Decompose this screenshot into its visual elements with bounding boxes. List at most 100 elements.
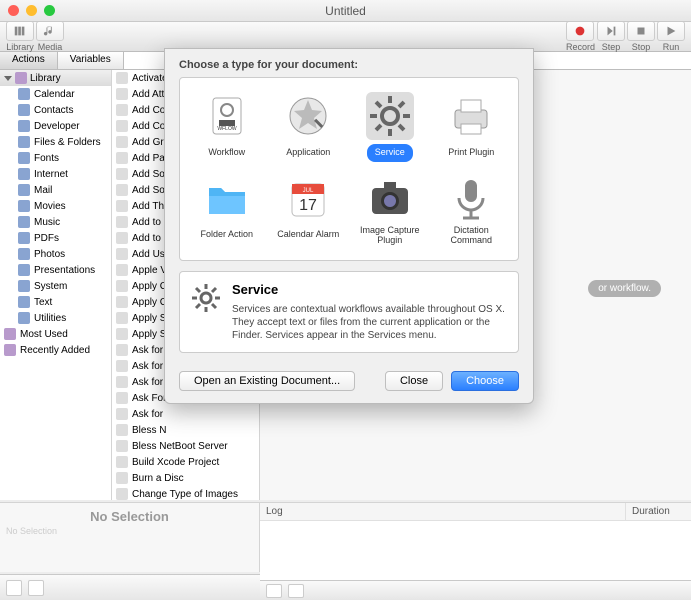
- type-printplugin[interactable]: Print Plugin: [431, 88, 513, 166]
- action-icon: [116, 440, 128, 452]
- action-item[interactable]: Ask for: [112, 406, 259, 422]
- run-button[interactable]: [657, 21, 685, 41]
- folder-icon: [18, 152, 30, 164]
- log-view-2[interactable]: [288, 584, 304, 598]
- log-view-1[interactable]: [266, 584, 282, 598]
- library-label: Library: [6, 42, 34, 52]
- type-imagecapture[interactable]: Image Capture Plugin: [349, 170, 431, 250]
- action-icon: [116, 408, 128, 420]
- action-item[interactable]: Build Xcode Project: [112, 454, 259, 470]
- folder-icon: [18, 312, 30, 324]
- action-label: Apply C: [132, 281, 167, 292]
- folder-icon: [18, 88, 30, 100]
- sidebar-item[interactable]: Fonts: [0, 150, 111, 166]
- sidebar-item-label: Utilities: [34, 313, 66, 324]
- folder-icon: [18, 248, 30, 260]
- folder-icon: [18, 264, 30, 276]
- type-service[interactable]: Service: [349, 88, 431, 166]
- sidebar-item[interactable]: Text: [0, 294, 111, 310]
- action-label: Apply S: [132, 313, 166, 324]
- type-label: Application: [286, 144, 330, 162]
- sidebar-item[interactable]: Presentations: [0, 262, 111, 278]
- type-dictation[interactable]: Dictation Command: [431, 170, 513, 250]
- action-icon: [116, 488, 128, 500]
- sidebar-item-label: Recently Added: [20, 345, 90, 356]
- sidebar-item[interactable]: System: [0, 278, 111, 294]
- step-label: Step: [602, 42, 621, 52]
- titlebar: Untitled: [0, 0, 691, 22]
- type-label: Workflow: [208, 144, 245, 162]
- sidebar-item[interactable]: Photos: [0, 246, 111, 262]
- tab-actions[interactable]: Actions: [0, 52, 58, 69]
- action-icon: [116, 456, 128, 468]
- step-button[interactable]: [597, 21, 625, 41]
- sidebar-item[interactable]: Music: [0, 214, 111, 230]
- action-icon: [116, 392, 128, 404]
- action-item[interactable]: Change Type of Images: [112, 486, 259, 500]
- sidebar-item[interactable]: Mail: [0, 182, 111, 198]
- type-workflow[interactable]: WFLOW Workflow: [186, 88, 268, 166]
- sidebar-item-label: Most Used: [20, 329, 68, 340]
- log-header-duration[interactable]: Duration: [626, 503, 691, 520]
- action-icon: [116, 72, 128, 84]
- dictation-icon: [447, 174, 495, 222]
- imagecapture-icon: [366, 174, 414, 222]
- action-item[interactable]: Bless N: [112, 422, 259, 438]
- type-label: Print Plugin: [448, 144, 494, 162]
- action-item[interactable]: Bless NetBoot Server: [112, 438, 259, 454]
- no-selection-sub: No Selection: [6, 526, 253, 536]
- action-label: Add Us: [132, 249, 165, 260]
- sidebar-header-library[interactable]: Library: [0, 70, 111, 86]
- sidebar-item[interactable]: Recently Added: [0, 342, 111, 358]
- service-icon: [366, 92, 414, 140]
- sidebar-item[interactable]: Internet: [0, 166, 111, 182]
- type-label: Dictation Command: [433, 226, 511, 246]
- workflow-icon: WFLOW: [203, 92, 251, 140]
- action-icon: [116, 88, 128, 100]
- sidebar-header-label: Library: [30, 73, 61, 84]
- sidebar-item[interactable]: Files & Folders: [0, 134, 111, 150]
- type-description: Service Services are contextual workflow…: [179, 271, 519, 353]
- footer-btn-2[interactable]: [28, 580, 44, 596]
- stop-button[interactable]: [627, 21, 655, 41]
- library-icon: [15, 72, 27, 84]
- library-sidebar: Library CalendarContactsDeveloperFiles &…: [0, 70, 112, 500]
- footer-btn-1[interactable]: [6, 580, 22, 596]
- window-title: Untitled: [0, 4, 691, 18]
- action-label: Activate: [132, 73, 168, 84]
- sidebar-item-label: System: [34, 281, 67, 292]
- type-calendaralarm[interactable]: JUL17 Calendar Alarm: [268, 170, 350, 250]
- action-icon: [116, 296, 128, 308]
- action-icon: [116, 184, 128, 196]
- choose-button[interactable]: Choose: [451, 371, 519, 391]
- sidebar-item[interactable]: Contacts: [0, 102, 111, 118]
- sidebar-item[interactable]: PDFs: [0, 230, 111, 246]
- action-label: Ask For: [132, 393, 166, 404]
- media-button[interactable]: [36, 21, 64, 41]
- type-label: Calendar Alarm: [277, 226, 339, 244]
- type-application[interactable]: Application: [268, 88, 350, 166]
- action-label: Bless N: [132, 425, 166, 436]
- open-existing-button[interactable]: Open an Existing Document...: [179, 371, 355, 391]
- action-icon: [116, 216, 128, 228]
- type-folderaction[interactable]: Folder Action: [186, 170, 268, 250]
- log-header-log[interactable]: Log: [260, 503, 626, 520]
- tab-variables[interactable]: Variables: [58, 52, 124, 69]
- disclosure-triangle-icon[interactable]: [4, 76, 12, 81]
- sidebar-item[interactable]: Movies: [0, 198, 111, 214]
- document-type-dialog: Choose a type for your document: WFLOWWo…: [164, 48, 534, 404]
- action-label: Add to: [132, 217, 161, 228]
- action-icon: [116, 344, 128, 356]
- library-button[interactable]: [6, 21, 34, 41]
- calendaralarm-icon: JUL17: [284, 174, 332, 222]
- sidebar-item[interactable]: Calendar: [0, 86, 111, 102]
- record-button[interactable]: [566, 21, 594, 41]
- smart-folder-icon: [4, 328, 16, 340]
- stop-label: Stop: [632, 42, 651, 52]
- action-item[interactable]: Burn a Disc: [112, 470, 259, 486]
- sidebar-item[interactable]: Developer: [0, 118, 111, 134]
- sidebar-item[interactable]: Most Used: [0, 326, 111, 342]
- close-button[interactable]: Close: [385, 371, 443, 391]
- sidebar-item[interactable]: Utilities: [0, 310, 111, 326]
- action-icon: [116, 232, 128, 244]
